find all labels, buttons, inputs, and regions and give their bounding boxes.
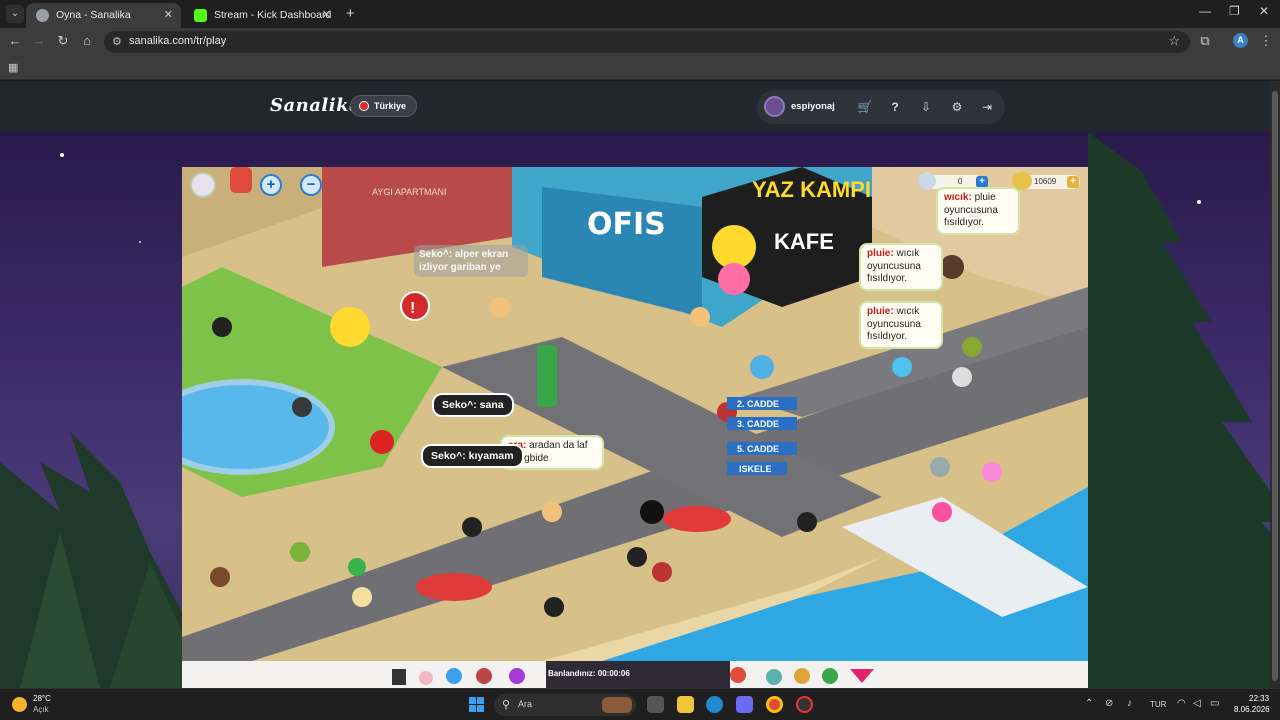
svg-text:!: ! — [410, 300, 415, 317]
chat-bubble: pluie: wıcık oyuncusuna fısıldıyor. — [859, 243, 943, 291]
scrollbar-thumb[interactable] — [1272, 91, 1278, 681]
site-info-icon[interactable]: ⚙ — [112, 35, 122, 48]
chrome-icon[interactable] — [766, 696, 783, 713]
new-tab-button[interactable]: + — [346, 3, 355, 25]
bookmarks-bar: ▦ — [0, 56, 1280, 80]
clock-time[interactable]: 22:33 — [1249, 694, 1269, 703]
task-view-icon[interactable] — [647, 696, 664, 713]
windows-taskbar: 28°C Açık ⚲ Ara ⌃ ⊘ ♪ TUR ◠ ◁ ▭ 22:33 8.… — [0, 688, 1280, 720]
download-icon[interactable]: ⇩ — [917, 98, 935, 116]
user-bar: espiyonaj 🛒 ? ⇩ ⚙ ⇥ — [757, 90, 1005, 124]
page-scrollbar[interactable] — [1270, 81, 1280, 688]
add-gold-button[interactable]: + — [1067, 176, 1079, 188]
game-toolbar — [182, 661, 1088, 688]
country-selector[interactable]: Türkiye — [350, 95, 418, 117]
apps-grid-icon[interactable]: ▦ — [8, 61, 18, 74]
bubble-author: wıcık: — [944, 192, 972, 203]
extensions-icon[interactable]: ⧉ — [1196, 33, 1214, 49]
chat-bubble: wıcık: pluie oyuncusuna fısıldıyor. — [936, 187, 1020, 235]
search-highlight-image — [602, 697, 632, 713]
chat-bubble-dark: Seko^: sana — [432, 393, 514, 417]
tab-search-button[interactable]: ⌄ — [6, 5, 24, 23]
tab-title: Oyna - Sanalika — [56, 9, 131, 21]
street-sign: 3. CADDE — [737, 419, 780, 429]
tab-kick-dashboard[interactable]: Stream - Kick Dashboard ✕ — [184, 3, 339, 28]
tab-title: Stream - Kick Dashboard — [214, 9, 332, 21]
chat-bubble-dark: Seko^: kıyamam — [421, 444, 524, 468]
battery-icon[interactable]: ▭ — [1210, 698, 1219, 709]
forward-icon[interactable]: → — [30, 33, 48, 48]
clock-date[interactable]: 8.06.2026 — [1234, 705, 1270, 714]
apartment-sign: AYGI APARTMANI — [372, 187, 447, 197]
country-label: Türkiye — [374, 101, 407, 111]
close-window-icon[interactable]: ✕ — [1259, 4, 1269, 18]
home-icon[interactable]: ⌂ — [78, 33, 96, 48]
site-header: Sanalika Türkiye espiyonaj 🛒 ? ⇩ ⚙ ⇥ — [0, 81, 1270, 132]
close-tab-icon[interactable]: ✕ — [164, 3, 173, 28]
street-sign: 5. CADDE — [737, 444, 780, 454]
volume-icon[interactable]: ◁ — [1193, 698, 1201, 709]
address-bar[interactable]: ⚙ sanalika.com/tr/play ☆ — [104, 31, 1190, 53]
kick-logo-icon — [194, 9, 207, 22]
tray-chevron-icon[interactable]: ⌃ — [1085, 698, 1093, 709]
mic-off-icon[interactable]: ⊘ — [1105, 698, 1113, 709]
diamond-icon — [918, 172, 936, 190]
cafe-sign: KAFE — [774, 229, 834, 254]
camp-sign: YAZ KAMPI — [752, 177, 871, 202]
tab-sanalika[interactable]: Oyna - Sanalika ✕ — [26, 3, 181, 28]
zoom-out-icon[interactable]: − — [300, 174, 322, 196]
avatar[interactable] — [764, 96, 785, 117]
turkey-flag-icon — [359, 101, 369, 111]
weather-description[interactable]: Açık — [33, 705, 49, 714]
chat-bubble-faded: Seko^: alper ekran izliyor gariban ye — [414, 245, 528, 277]
minimize-icon[interactable]: — — [1199, 4, 1211, 18]
edge-icon[interactable] — [706, 696, 723, 713]
zoom-in-icon[interactable]: + — [260, 174, 282, 196]
chat-bubble: pluie: wıcık oyuncusuna fısıldıyor. — [859, 301, 943, 349]
close-tab-icon[interactable]: ✕ — [322, 3, 331, 28]
bubble-author: pluie: — [867, 248, 894, 259]
sanalika-logo[interactable]: Sanalika — [270, 95, 361, 116]
gold-amount: 10609 — [1034, 177, 1057, 186]
profile-avatar[interactable]: A — [1233, 33, 1248, 48]
browser-toolbar: ← → ↻ ⌂ ⚙ sanalika.com/tr/play ☆ ⧉ A ⋮ — [0, 28, 1280, 56]
taskbar-search[interactable]: ⚲ Ara — [494, 694, 636, 716]
app-icon[interactable] — [736, 696, 753, 713]
back-icon[interactable]: ← — [6, 33, 24, 48]
toolbar-items — [392, 661, 874, 688]
address-url: sanalika.com/tr/play — [129, 35, 227, 47]
bookmark-star-icon[interactable]: ☆ — [1168, 33, 1180, 49]
search-icon: ⚲ — [502, 699, 511, 711]
logout-icon[interactable]: ⇥ — [978, 98, 996, 116]
microphone-icon[interactable]: ♪ — [1127, 698, 1132, 709]
bubble-author: pluie: — [867, 306, 894, 317]
username[interactable]: espiyonaj — [791, 101, 835, 112]
cart-icon[interactable]: 🛒 — [856, 98, 874, 116]
avatar[interactable] — [190, 172, 216, 198]
reload-icon[interactable]: ↻ — [54, 33, 72, 49]
windows-start-icon[interactable] — [469, 697, 485, 713]
weather-temperature[interactable]: 28°C — [33, 694, 51, 703]
street-sign: ISKELE — [739, 464, 772, 474]
globe-icon — [36, 9, 49, 22]
notification-icon[interactable] — [230, 167, 252, 193]
search-placeholder: Ara — [518, 699, 533, 709]
game-canvas[interactable]: ! OFIS KAFE YAZ KAMPI AYGI APARTMANI 2. … — [182, 167, 1088, 661]
restore-icon[interactable]: ❐ — [1229, 4, 1240, 18]
file-explorer-icon[interactable] — [677, 696, 694, 713]
weather-moon-icon[interactable] — [12, 697, 27, 712]
app-icon[interactable] — [796, 696, 813, 713]
office-sign: OFIS — [587, 207, 666, 242]
language-indicator[interactable]: TUR — [1150, 700, 1166, 709]
wifi-icon[interactable]: ◠ — [1177, 698, 1186, 709]
street-sign: 2. CADDE — [737, 399, 780, 409]
help-icon[interactable]: ? — [886, 98, 904, 116]
ban-status: Banlandınız: 00:00:06 — [548, 669, 630, 678]
menu-icon[interactable]: ⋮ — [1257, 33, 1275, 49]
settings-gear-icon[interactable]: ⚙ — [948, 98, 966, 116]
browser-tab-bar: ⌄ Oyna - Sanalika ✕ Stream - Kick Dashbo… — [0, 0, 1280, 28]
